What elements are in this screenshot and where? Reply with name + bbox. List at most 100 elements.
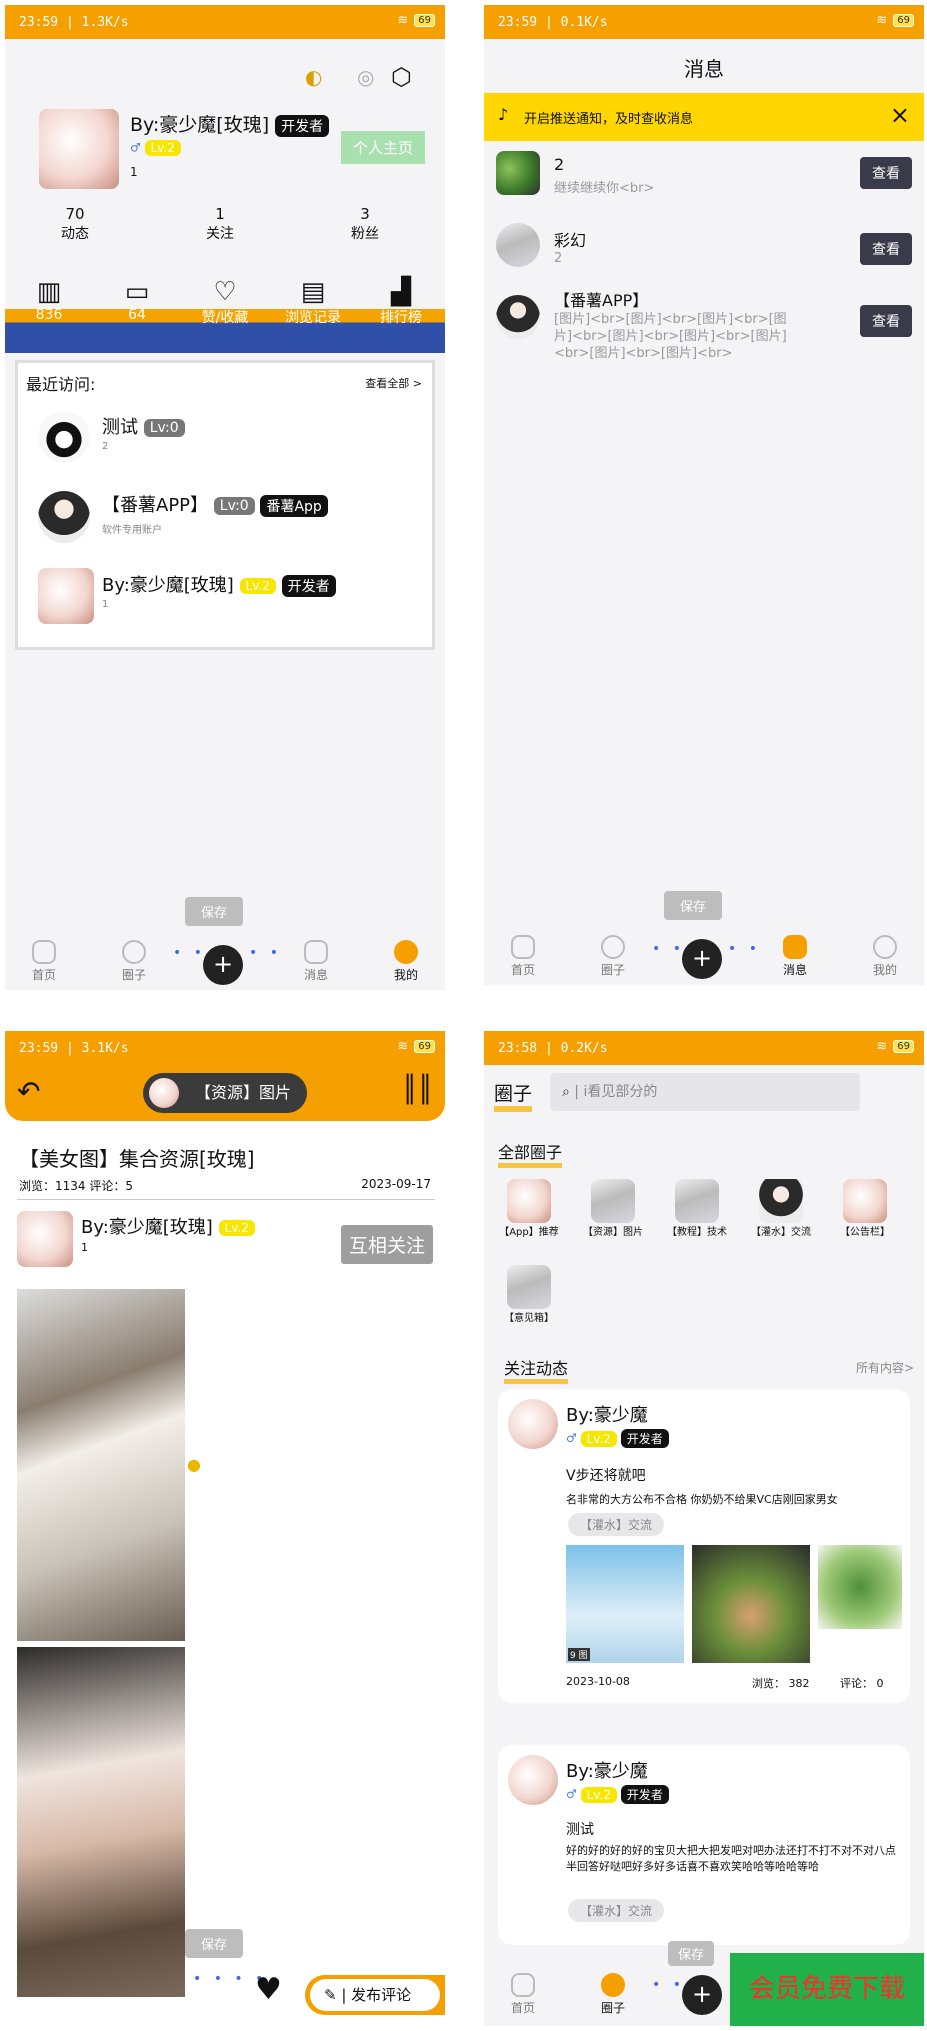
battery-icon: 69 (414, 14, 435, 27)
save-button[interactable]: 保存 (185, 1929, 244, 1958)
view-button[interactable]: 查看 (860, 233, 912, 265)
tab-me[interactable]: 我的 (860, 935, 910, 978)
home-page-button[interactable]: 个人主页 (341, 131, 426, 164)
author-row: By:豪少魔[玫瑰] Lv.2 (81, 1213, 255, 1239)
post-header: ↶ 【资源】图片 ║║ (5, 1065, 445, 1121)
category-pill[interactable]: 【资源】图片 (143, 1073, 307, 1113)
save-button[interactable]: 保存 (185, 897, 244, 926)
avatar[interactable] (496, 223, 540, 267)
feed-image[interactable] (818, 1545, 902, 1629)
status-bar: 23:58 | 0.2K/s ≋ 69 (484, 1031, 924, 1065)
menu-icon[interactable]: ║║ (402, 1075, 433, 1105)
palette-icon[interactable]: ◐ (305, 65, 322, 89)
tab-home[interactable]: 首页 (498, 1973, 548, 2016)
add-button[interactable]: + (682, 1975, 722, 2015)
wifi-icon: ≋ (397, 1039, 409, 1054)
feed-text: 好的好的好的好的宝贝大把大把发吧对吧办法还打不打不对不对八点半回答好哒吧好多好多… (566, 1844, 896, 1873)
avatar[interactable] (496, 295, 540, 339)
avatar[interactable] (17, 1211, 73, 1267)
feed-card[interactable]: By:豪少魔 ♂ Lv.2 开发者 测试 好的好的好的好的宝贝大把大把发吧对吧办… (498, 1745, 910, 1945)
wifi-icon: ≋ (876, 13, 888, 28)
feed-card[interactable]: By:豪少魔 ♂ Lv.2 开发者 V步还将就吧 名非常的大方公布不合格 你奶奶… (498, 1389, 910, 1703)
feed-tag[interactable]: 【灌水】交流 (568, 1513, 665, 1536)
tab-messages[interactable]: 消息 (770, 935, 820, 978)
stat-fans[interactable]: 3 粉丝 (325, 205, 405, 243)
feed-image[interactable] (692, 1545, 810, 1663)
save-button[interactable]: 保存 (668, 1941, 715, 1966)
circle-item[interactable]: 【意见箱】 (494, 1265, 564, 1324)
add-button[interactable]: + (203, 945, 243, 985)
feed-image[interactable]: 9 图 (566, 1545, 684, 1663)
avatar[interactable] (508, 1755, 558, 1805)
view-all-link[interactable]: 查看全部 > (365, 375, 422, 391)
avatar[interactable] (508, 1399, 558, 1449)
avatar[interactable] (38, 568, 94, 624)
dev-badge: 开发者 (275, 114, 330, 137)
circle-item[interactable]: 【教程】技术 (662, 1179, 732, 1238)
circle-item[interactable]: 【灌水】交流 (746, 1179, 816, 1238)
compass-icon[interactable]: ◎ (357, 65, 374, 89)
avatar[interactable] (39, 109, 119, 189)
tab-messages[interactable]: 消息 (291, 940, 341, 983)
recent-item[interactable]: 测试 Lv:0 (102, 413, 185, 439)
back-icon[interactable]: ↶ (17, 1075, 40, 1108)
watermark-banner: 会员免费下载 (730, 1953, 924, 2026)
page-title: 消息 (684, 57, 724, 81)
message-name: 彩幻 (554, 231, 587, 250)
message-preview: 2 (554, 251, 563, 266)
compass-icon (601, 1973, 625, 1997)
view-button[interactable]: 查看 (860, 305, 912, 337)
post-meta: 浏览：1134 评论：5 (19, 1179, 133, 1193)
recent-title: 最近访问: (26, 375, 96, 394)
battery-icon: 69 (414, 1040, 435, 1053)
circle-screen: 23:58 | 0.2K/s ≋ 69 圈子 ⌕ | i看见部分的 全部圈子 【Ap… (484, 1031, 924, 2026)
tab-circle[interactable]: 圈子 (588, 935, 638, 978)
follow-button[interactable]: 互相关注 (340, 1225, 433, 1264)
message-preview: 继续继续你<br> (554, 181, 655, 196)
circle-item[interactable]: 【公告栏】 (830, 1179, 900, 1238)
save-button[interactable]: 保存 (664, 891, 723, 920)
feed-tag[interactable]: 【灌水】交流 (568, 1899, 665, 1922)
search-input[interactable]: ⌕ | i看见部分的 (550, 1073, 860, 1111)
post-image[interactable] (17, 1647, 185, 1997)
emoji-icon: ● (187, 1455, 201, 1474)
view-button[interactable]: 查看 (860, 157, 912, 189)
tab-me[interactable]: 我的 (381, 940, 431, 983)
tab-circle[interactable]: 圈子 (588, 1973, 638, 2016)
strip-item-wallet[interactable]: ▥ 836 (14, 277, 84, 327)
level-badge: Lv.2 (144, 140, 181, 156)
all-content-link[interactable]: 所有内容> (856, 1359, 914, 1376)
home-icon (511, 1973, 535, 1997)
feed-badges: ♂ Lv.2 开发者 (566, 1429, 669, 1448)
avatar[interactable] (38, 411, 90, 463)
recent-item[interactable]: 【番薯APP】 Lv:0 番薯App (102, 491, 328, 517)
post-image[interactable] (17, 1289, 185, 1641)
avatar[interactable] (496, 151, 540, 195)
divider (17, 1199, 435, 1200)
rank-icon: ▟ (391, 277, 411, 307)
profile-sub: 1 (130, 165, 138, 179)
gender-icon: ♂ (130, 140, 141, 155)
add-button[interactable]: + (682, 939, 722, 979)
settings-icon[interactable]: ⬡ (391, 63, 412, 91)
user-icon (873, 935, 897, 959)
close-icon[interactable]: × (890, 101, 910, 129)
stat-following[interactable]: 1 关注 (180, 205, 260, 243)
avatar[interactable] (38, 491, 90, 543)
tab-home[interactable]: 首页 (19, 940, 69, 983)
tab-circle[interactable]: 圈子 (109, 940, 159, 983)
comment-input[interactable]: ✎ | 发布评论 (310, 1979, 440, 2011)
circle-item[interactable]: 【App】推荐 (494, 1179, 564, 1238)
home-icon (32, 940, 56, 964)
strip-item-likes[interactable]: ♡ 赞/收藏 (190, 277, 260, 327)
tab-home[interactable]: 首页 (498, 935, 548, 978)
recent-item[interactable]: By:豪少魔[玫瑰] Lv.2 开发者 (102, 571, 336, 597)
heart-icon[interactable]: ♥ (255, 1975, 282, 2005)
strip-item-rank[interactable]: ▟ 排行榜 (366, 277, 436, 327)
banner-text[interactable]: 开启推送通知，及时查收消息 (524, 108, 693, 127)
strip-item-history[interactable]: ▤ 浏览记录 (278, 277, 348, 327)
feed-badges: ♂ Lv.2 开发者 (566, 1785, 669, 1804)
strip-item-comments[interactable]: ▭ 64 (102, 277, 172, 327)
circle-item[interactable]: 【资源】图片 (578, 1179, 648, 1238)
stat-posts[interactable]: 70 动态 (35, 205, 115, 243)
